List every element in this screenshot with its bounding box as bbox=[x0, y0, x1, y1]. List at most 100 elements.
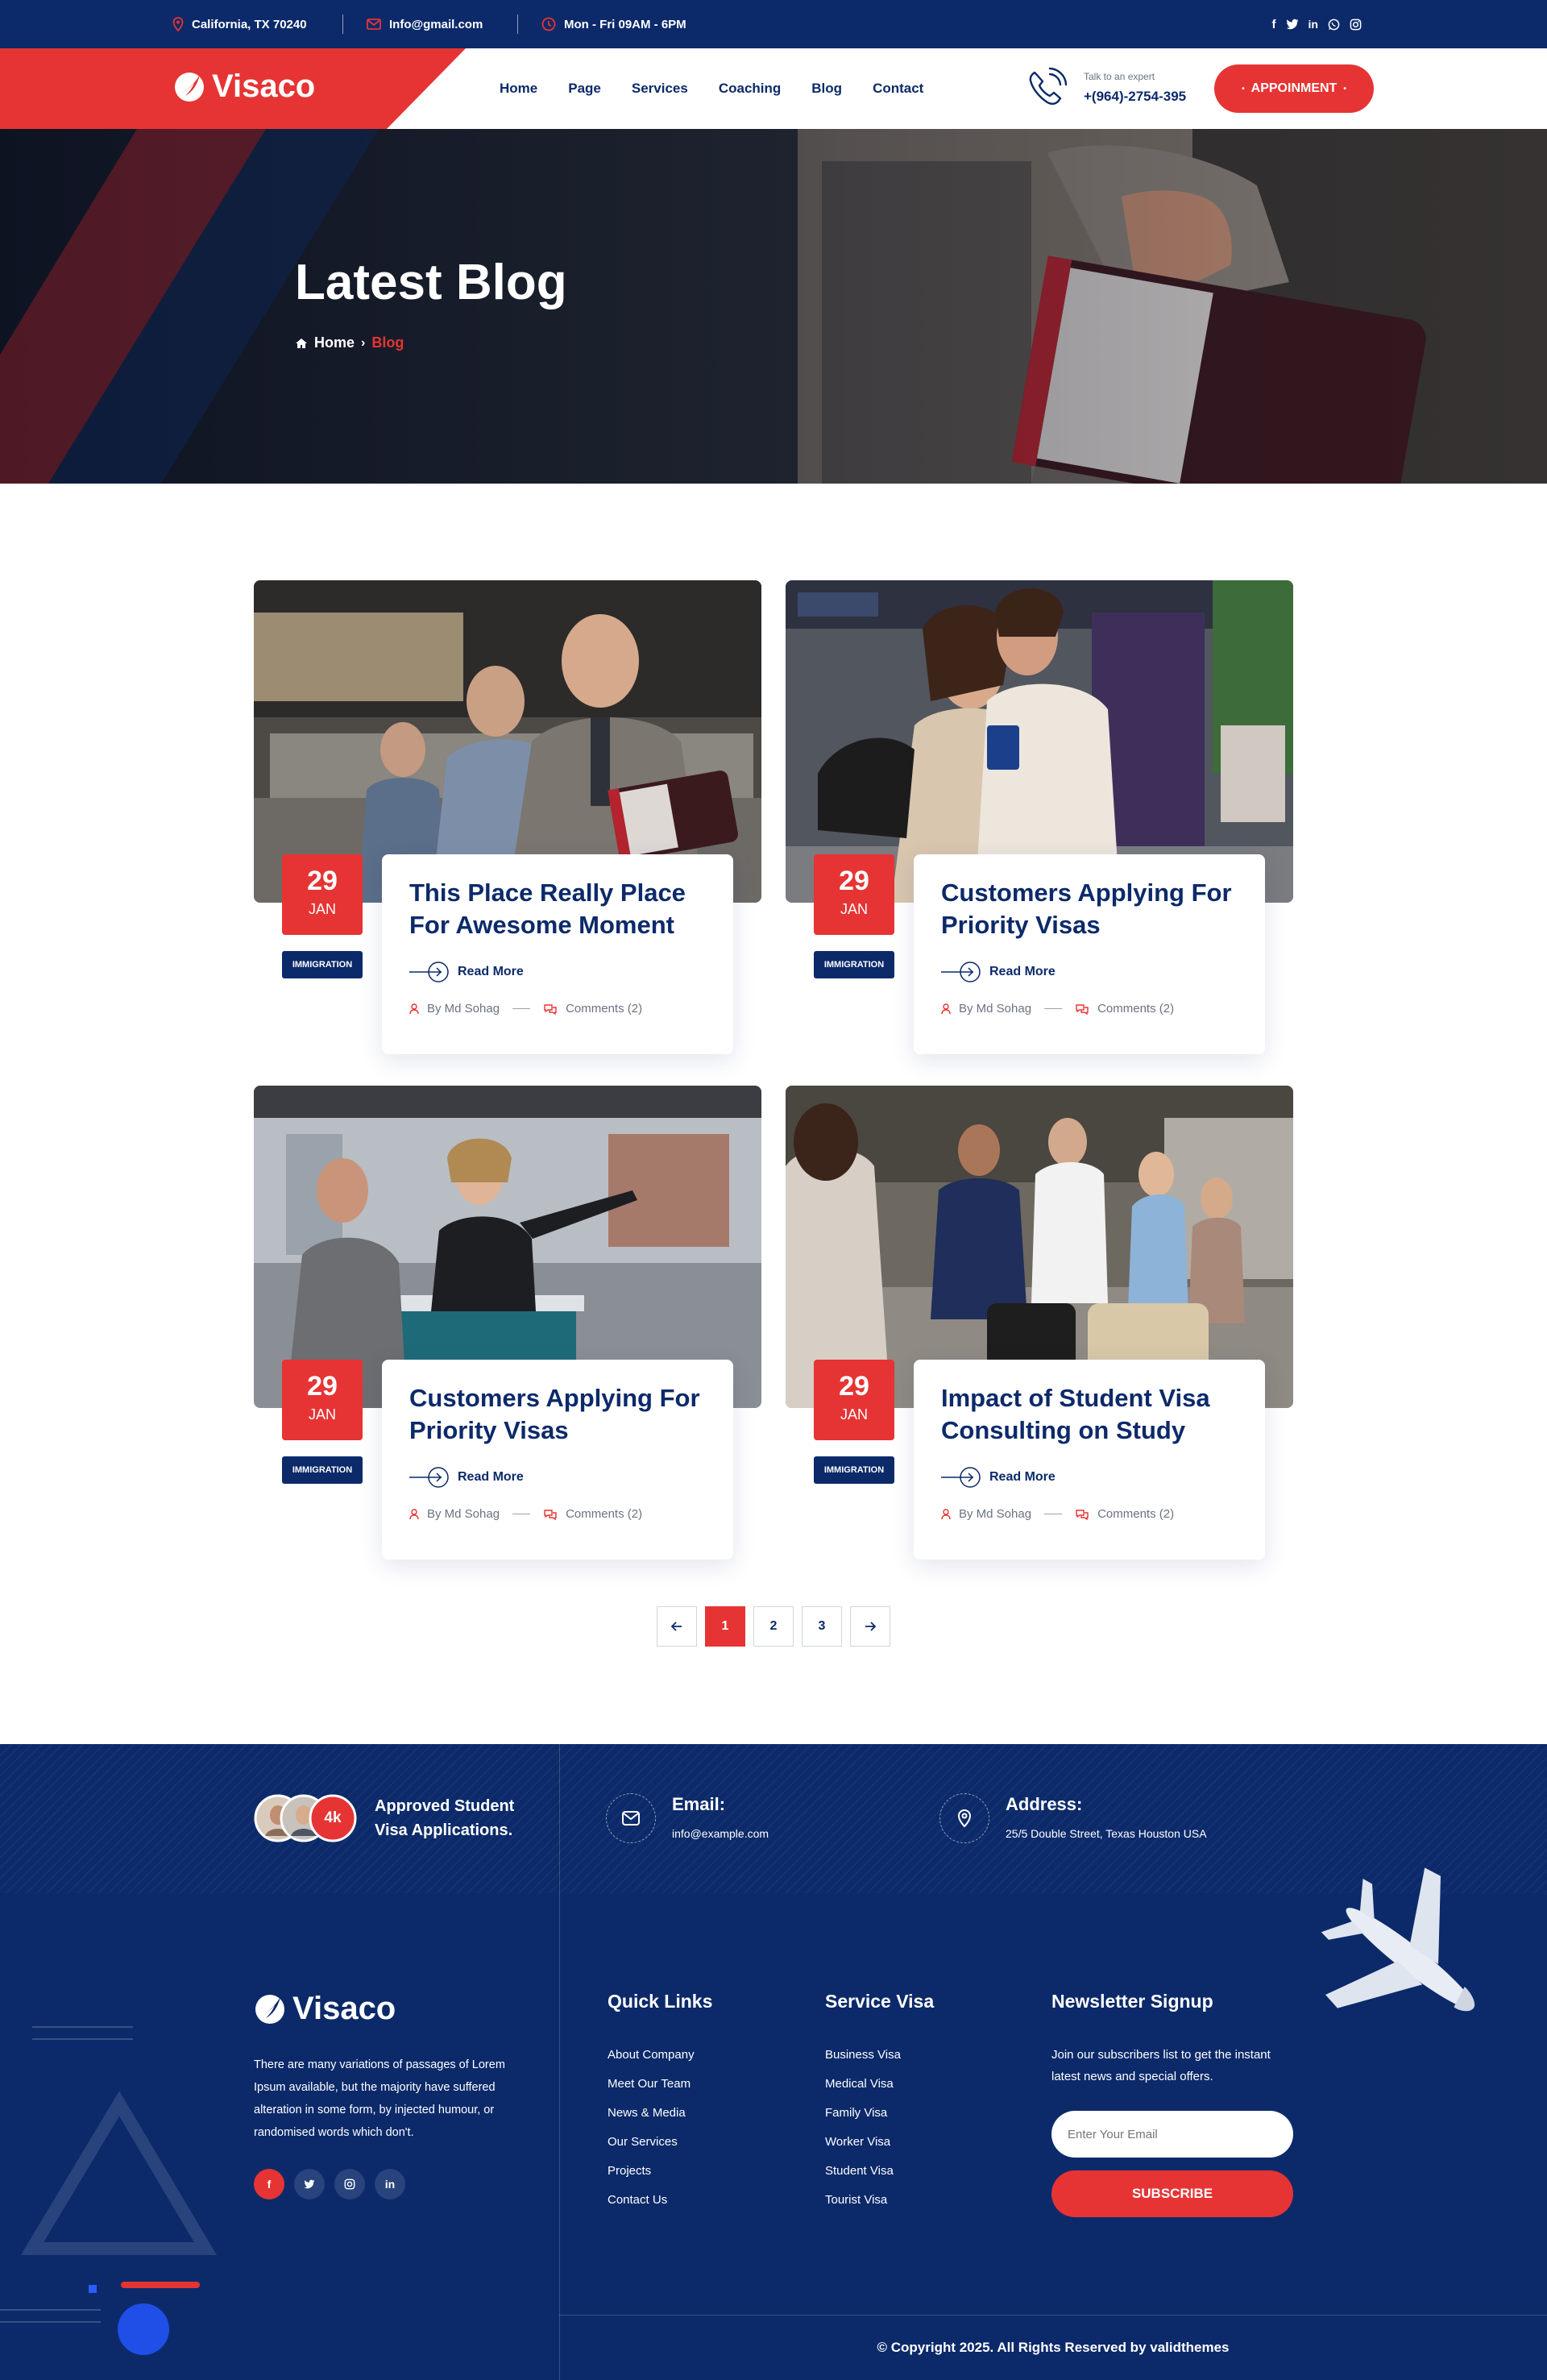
service-link-tourist[interactable]: Tourist Visa bbox=[825, 2193, 901, 2207]
service-link-medical[interactable]: Medical Visa bbox=[825, 2077, 901, 2091]
footer-email-value[interactable]: info@example.com bbox=[672, 1827, 769, 1840]
post-title[interactable]: Customers Applying For Priority Visas bbox=[941, 877, 1247, 941]
read-more-label: Read More bbox=[458, 965, 524, 978]
comments-icon bbox=[1076, 1003, 1089, 1015]
footer-link-projects[interactable]: Projects bbox=[608, 2164, 695, 2178]
header-phone-number[interactable]: +(964)-2754-395 bbox=[1084, 89, 1186, 105]
post-category-tag[interactable]: IMMIGRATION bbox=[814, 1456, 894, 1484]
arrow-circle-icon bbox=[409, 1467, 449, 1488]
instagram-icon[interactable] bbox=[334, 2169, 365, 2199]
nav-blog[interactable]: Blog bbox=[811, 81, 842, 97]
breadcrumb-home[interactable]: Home bbox=[314, 334, 355, 351]
read-more-link[interactable]: Read More bbox=[409, 961, 524, 983]
service-link-student[interactable]: Student Visa bbox=[825, 2164, 901, 2178]
post-meta: By Md Sohag Comments (2) bbox=[409, 1507, 642, 1521]
service-link-worker[interactable]: Worker Visa bbox=[825, 2135, 901, 2149]
approved-applications-text: Approved Student Visa Applications. bbox=[375, 1794, 514, 1842]
email-info[interactable]: Info@gmail.com bbox=[367, 0, 483, 48]
linkedin-icon[interactable]: in bbox=[1309, 18, 1318, 31]
post-category-tag[interactable]: IMMIGRATION bbox=[814, 951, 894, 978]
instagram-icon[interactable] bbox=[1350, 19, 1362, 31]
whatsapp-icon[interactable] bbox=[1328, 19, 1340, 31]
post-author[interactable]: By Md Sohag bbox=[959, 1002, 1031, 1016]
service-visa-title: Service Visa bbox=[825, 1991, 935, 2012]
facebook-icon[interactable]: f bbox=[254, 2169, 284, 2199]
twitter-icon[interactable] bbox=[294, 2169, 325, 2199]
page-title: Latest Blog bbox=[295, 255, 567, 310]
pagination-page[interactable]: 3 bbox=[802, 1606, 842, 1647]
post-comments[interactable]: Comments (2) bbox=[1097, 1507, 1174, 1521]
comments-icon bbox=[544, 1509, 557, 1520]
quick-links-title: Quick Links bbox=[608, 1991, 713, 2012]
post-day: 29 bbox=[307, 1371, 338, 1402]
read-more-link[interactable]: Read More bbox=[941, 961, 1056, 983]
post-category-tag[interactable]: IMMIGRATION bbox=[282, 951, 363, 978]
service-link-family[interactable]: Family Visa bbox=[825, 2106, 901, 2120]
top-info-bar: California, TX 70240 Info@gmail.com Mon … bbox=[0, 0, 1547, 48]
footer-link-services[interactable]: Our Services bbox=[608, 2135, 695, 2149]
newsletter-email-input[interactable] bbox=[1051, 2111, 1293, 2158]
user-icon bbox=[941, 1508, 951, 1519]
post-title[interactable]: Customers Applying For Priority Visas bbox=[409, 1382, 715, 1447]
post-author[interactable]: By Md Sohag bbox=[427, 1002, 500, 1016]
footer-address-value: 25/5 Double Street, Texas Houston USA bbox=[1006, 1827, 1207, 1840]
post-author[interactable]: By Md Sohag bbox=[959, 1507, 1031, 1521]
footer-decoration-shapes bbox=[0, 2026, 218, 2355]
linkedin-icon[interactable]: in bbox=[375, 2169, 405, 2199]
post-comments[interactable]: Comments (2) bbox=[566, 1507, 642, 1521]
user-icon bbox=[409, 1508, 419, 1519]
read-more-link[interactable]: Read More bbox=[409, 1466, 524, 1489]
nav-services[interactable]: Services bbox=[632, 81, 688, 97]
twitter-icon[interactable] bbox=[1286, 19, 1299, 30]
student-avatars: 4k bbox=[254, 1794, 359, 1842]
hours-info: Mon - Fri 09AM - 6PM bbox=[541, 0, 686, 48]
airplane-icon bbox=[1321, 1867, 1475, 2012]
appointment-label: APPOINMENT bbox=[1250, 81, 1338, 95]
post-comments[interactable]: Comments (2) bbox=[566, 1002, 642, 1016]
site-logo[interactable]: Visaco bbox=[172, 69, 315, 105]
top-social-links: f in bbox=[1272, 0, 1362, 48]
post-title[interactable]: Impact of Student Visa Consulting on Stu… bbox=[941, 1382, 1247, 1447]
post-card: Customers Applying For Priority Visas Re… bbox=[914, 854, 1265, 1054]
newsletter-text: Join our subscribers list to get the ins… bbox=[1051, 2048, 1271, 2083]
location-pin-icon bbox=[957, 1809, 972, 1827]
footer-link-about[interactable]: About Company bbox=[608, 2048, 695, 2062]
user-icon bbox=[941, 1003, 951, 1014]
nav-page[interactable]: Page bbox=[568, 81, 601, 97]
post-comments[interactable]: Comments (2) bbox=[1097, 1002, 1174, 1016]
footer-link-news[interactable]: News & Media bbox=[608, 2106, 695, 2120]
post-month: JAN bbox=[840, 1406, 868, 1423]
read-more-link[interactable]: Read More bbox=[941, 1466, 1056, 1489]
facebook-icon[interactable]: f bbox=[1272, 18, 1276, 31]
main-nav: Home Page Services Coaching Blog Contact bbox=[500, 48, 923, 129]
post-author[interactable]: By Md Sohag bbox=[427, 1507, 500, 1521]
nav-contact[interactable]: Contact bbox=[873, 81, 923, 97]
post-category-tag[interactable]: IMMIGRATION bbox=[282, 1456, 363, 1484]
pagination-page[interactable]: 1 bbox=[705, 1606, 745, 1647]
clock-icon bbox=[541, 17, 556, 31]
copyright-text: © Copyright 2025. All Rights Reserved by… bbox=[877, 2340, 1230, 2355]
address-circle bbox=[939, 1793, 989, 1843]
footer-email-label: Email: bbox=[672, 1794, 726, 1814]
footer-link-team[interactable]: Meet Our Team bbox=[608, 2077, 695, 2091]
phone-call-icon bbox=[1029, 67, 1068, 105]
pagination-page[interactable]: 2 bbox=[753, 1606, 794, 1647]
main-header: Visaco Home Page Services Coaching Blog … bbox=[0, 48, 1547, 129]
post-date: 29 JAN bbox=[282, 854, 363, 935]
email-text[interactable]: Info@gmail.com bbox=[389, 18, 483, 31]
comments-icon bbox=[1076, 1509, 1089, 1520]
pagination-next[interactable] bbox=[850, 1606, 890, 1647]
footer-link-contact[interactable]: Contact Us bbox=[608, 2193, 695, 2207]
pagination-prev[interactable] bbox=[657, 1606, 697, 1647]
service-visa-list: Business Visa Medical Visa Family Visa W… bbox=[825, 2048, 901, 2207]
appointment-button[interactable]: • APPOINMENT • bbox=[1214, 64, 1374, 113]
logo-text: Visaco bbox=[212, 69, 316, 104]
nav-home[interactable]: Home bbox=[500, 81, 537, 97]
footer-logo[interactable]: Visaco bbox=[252, 1991, 396, 2027]
post-title[interactable]: This Place Really Place For Awesome Mome… bbox=[409, 877, 715, 941]
subscribe-button[interactable]: SUBSCRIBE bbox=[1051, 2170, 1293, 2217]
user-icon bbox=[409, 1003, 419, 1014]
service-link-business[interactable]: Business Visa bbox=[825, 2048, 901, 2062]
nav-coaching[interactable]: Coaching bbox=[719, 81, 781, 97]
read-more-label: Read More bbox=[989, 1470, 1056, 1484]
